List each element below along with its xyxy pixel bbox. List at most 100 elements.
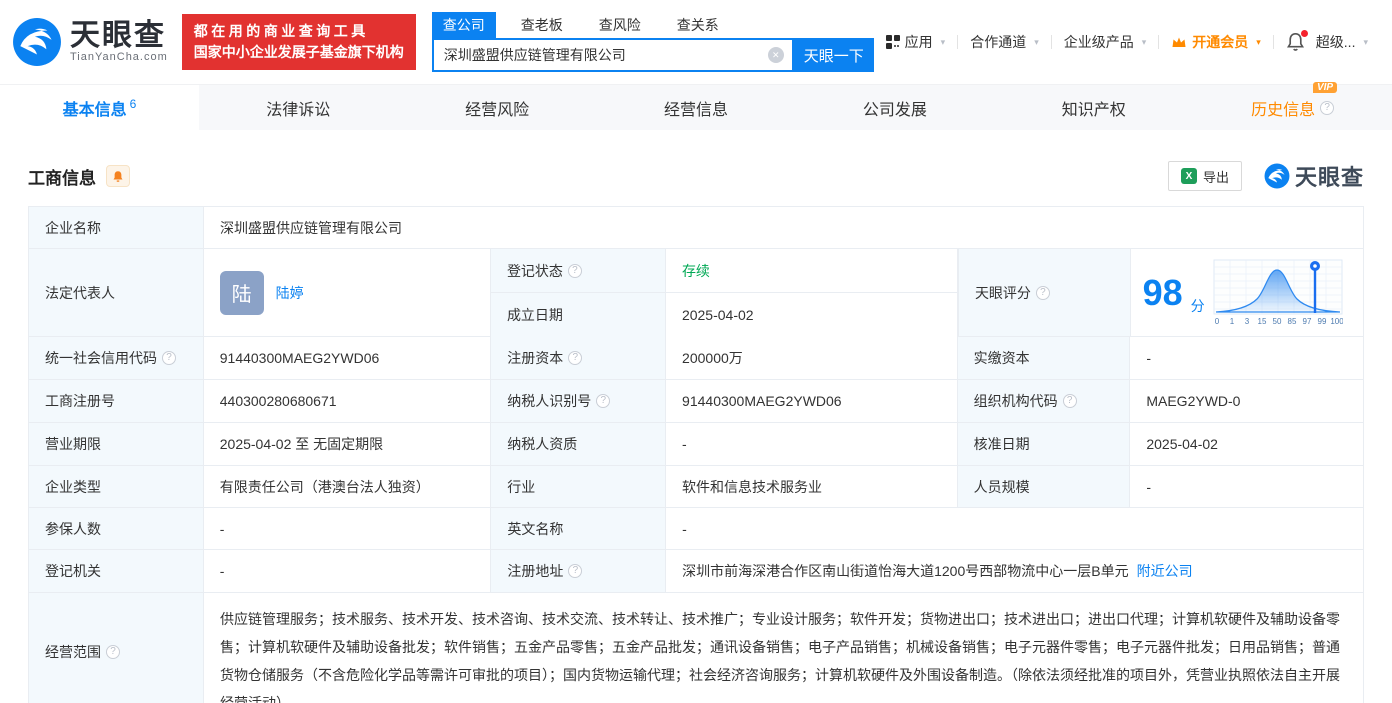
excel-icon: X (1180, 168, 1197, 184)
staff-size-value: - (1130, 466, 1363, 508)
tab-history-info[interactable]: 历史信息 VIP ? (1193, 81, 1392, 130)
nav-apps-label: 应用 (904, 34, 933, 50)
field-label: 经营范围 (45, 643, 101, 660)
paidin-capital-label: 实缴资本 (957, 337, 1131, 380)
registered-capital-label-cell: 注册资本? (491, 337, 667, 380)
nav-open-vip[interactable]: 开通会员 ▾ (1171, 32, 1261, 52)
nav-divider (957, 35, 959, 49)
search-tab-boss[interactable]: 查老板 (510, 12, 574, 38)
table-row: 企业名称 深圳盛盟供应链管理有限公司 (29, 207, 1363, 249)
svg-text:85: 85 (1287, 317, 1296, 326)
company-name-value: 深圳盛盟供应链管理有限公司 (204, 207, 1363, 249)
search-tab-risk[interactable]: 查风险 (588, 12, 652, 38)
search-tab-relation[interactable]: 查关系 (666, 12, 730, 38)
field-label: 纳税人识别号 (507, 393, 592, 409)
business-scope-value: 供应链管理服务；技术服务、技术开发、技术咨询、技术交流、技术转让、技术推广；专业… (204, 593, 1363, 703)
field-label: 注册资本 (507, 350, 564, 366)
help-icon[interactable]: ? (1062, 394, 1077, 408)
search-button[interactable]: 天眼一下 (793, 38, 874, 72)
help-icon[interactable]: ? (1035, 285, 1050, 300)
table-row: 企业类型 有限责任公司（港澳台法人独资） 行业 软件和信息技术服务业 人员规模 … (29, 466, 1363, 508)
reg-number-label: 工商注册号 (29, 380, 204, 423)
table-row: 参保人数 - 英文名称 - (29, 508, 1363, 550)
tianyancha-logo-icon (1264, 163, 1290, 189)
nav-divider (1272, 35, 1274, 49)
clear-search-icon[interactable]: ✕ (767, 47, 784, 63)
company-name-label: 企业名称 (29, 207, 204, 249)
svg-text:1: 1 (1229, 317, 1234, 326)
table-row: 统一社会信用代码? 91440300MAEG2YWD06 注册资本? 20000… (29, 337, 1363, 380)
chevron-down-icon: ▾ (1141, 36, 1147, 47)
status-date-stack: 登记状态 ? 存续 成立日期 2025-04-02 (490, 249, 958, 337)
establish-date-value: 2025-04-02 (666, 293, 958, 337)
tab-label: 经营风险 (465, 101, 530, 119)
nav-divider (1158, 35, 1160, 49)
company-type-label: 企业类型 (29, 466, 204, 508)
help-icon[interactable]: ? (568, 351, 583, 365)
tab-operation-risk[interactable]: 经营风险 (398, 85, 597, 130)
help-icon[interactable]: ? (568, 564, 583, 578)
notifications-bell[interactable] (1286, 30, 1308, 52)
business-info-table: 企业名称 深圳盛盟供应链管理有限公司 法定代表人 陆 陆婷 登记状态 ? 存续 … (28, 206, 1364, 703)
help-icon[interactable]: ? (567, 263, 582, 278)
registered-capital-value: 200000万 (666, 337, 958, 380)
monitor-bell-button[interactable] (106, 165, 130, 187)
table-row: 经营范围? 供应链管理服务；技术服务、技术开发、技术咨询、技术交流、技术转让、技… (29, 593, 1363, 703)
crown-icon (1172, 37, 1186, 47)
nav-super-vip[interactable]: 超级... ▾ (1316, 32, 1368, 52)
watermark-logo: 天眼查 (1264, 160, 1364, 192)
nav-super-label: 超级... (1315, 34, 1356, 50)
banner-line1: 都在用的商业查询工具 (193, 23, 369, 39)
export-button[interactable]: X 导出 (1167, 161, 1242, 191)
help-icon[interactable]: ? (1320, 100, 1335, 115)
search-tab-company[interactable]: 查公司 (431, 12, 496, 38)
nav-enterprise-products[interactable]: 企业级产品 ▾ (1064, 32, 1147, 52)
watermark-text: 天眼查 (1294, 165, 1364, 190)
svg-text:100: 100 (1330, 317, 1343, 326)
score-label-cell: 天眼评分 ? (957, 249, 1131, 337)
score-distribution-chart[interactable]: 0 1 3 15 50 85 97 99 100 (1213, 259, 1343, 327)
vip-badge: VIP (1312, 81, 1338, 93)
tab-label: 法律诉讼 (266, 101, 331, 119)
tab-basic-info[interactable]: 基本信息 6 (0, 85, 199, 130)
taxpayer-qualification-label: 纳税人资质 (491, 423, 667, 466)
export-label: 导出 (1202, 169, 1229, 185)
legal-rep-avatar[interactable]: 陆 (219, 270, 264, 315)
brand-domain: TianYanCha.com (70, 51, 168, 63)
tab-legal-litigation[interactable]: 法律诉讼 (199, 85, 398, 130)
tab-intellectual-property[interactable]: 知识产权 (994, 85, 1193, 130)
establish-date-label: 成立日期 (490, 293, 666, 337)
search-input-box: ✕ (431, 38, 794, 72)
legal-rep-link[interactable]: 陆婷 (276, 283, 304, 303)
header-nav: 应用 ▾ 合作通道 ▾ 企业级产品 ▾ 开通会员 ▾ 超级... ▾ (885, 30, 1368, 52)
tab-business-info[interactable]: 经营信息 (597, 85, 796, 130)
section-header: 工商信息 X 导出 天眼查 (28, 160, 1364, 192)
nearby-companies-link[interactable]: 附近公司 (1137, 561, 1193, 581)
nav-apps[interactable]: 应用 ▾ (885, 32, 945, 52)
help-icon[interactable]: ? (106, 644, 120, 659)
svg-text:50: 50 (1272, 317, 1281, 326)
tab-basic-info-label: 基本信息 (62, 101, 127, 119)
tab-company-development[interactable]: 公司发展 (795, 85, 994, 130)
chart-tick-labels: 0 1 3 15 50 85 97 99 100 (1214, 317, 1342, 326)
nav-cooperation[interactable]: 合作通道 ▾ (970, 32, 1039, 52)
approval-date-label: 核准日期 (957, 423, 1131, 466)
search-input[interactable] (443, 47, 768, 63)
field-label: 组织机构代码 (973, 393, 1058, 409)
paidin-capital-value: - (1130, 337, 1363, 380)
table-row: 法定代表人 陆 陆婷 登记状态 ? 存续 成立日期 2025-04-02 天眼评… (29, 249, 1363, 337)
business-scope-label-cell: 经营范围? (29, 593, 204, 703)
banner-line2: 国家中小企业发展子基金旗下机构 (193, 44, 404, 60)
insured-count-label: 参保人数 (29, 508, 204, 550)
notification-dot (1300, 30, 1308, 37)
help-icon[interactable]: ? (162, 351, 176, 365)
tab-label: 公司发展 (862, 101, 927, 119)
registration-authority-value: - (203, 550, 492, 593)
english-name-value: - (666, 508, 1363, 550)
tianyancha-logo[interactable]: 天眼查 TianYanCha.com (12, 17, 168, 67)
field-label: 注册地址 (507, 563, 564, 579)
reg-status-value: 存续 (666, 249, 958, 292)
promo-banner: 都在用的商业查询工具 国家中小企业发展子基金旗下机构 (181, 14, 416, 70)
legal-rep-label: 法定代表人 (29, 249, 204, 337)
help-icon[interactable]: ? (596, 394, 611, 408)
